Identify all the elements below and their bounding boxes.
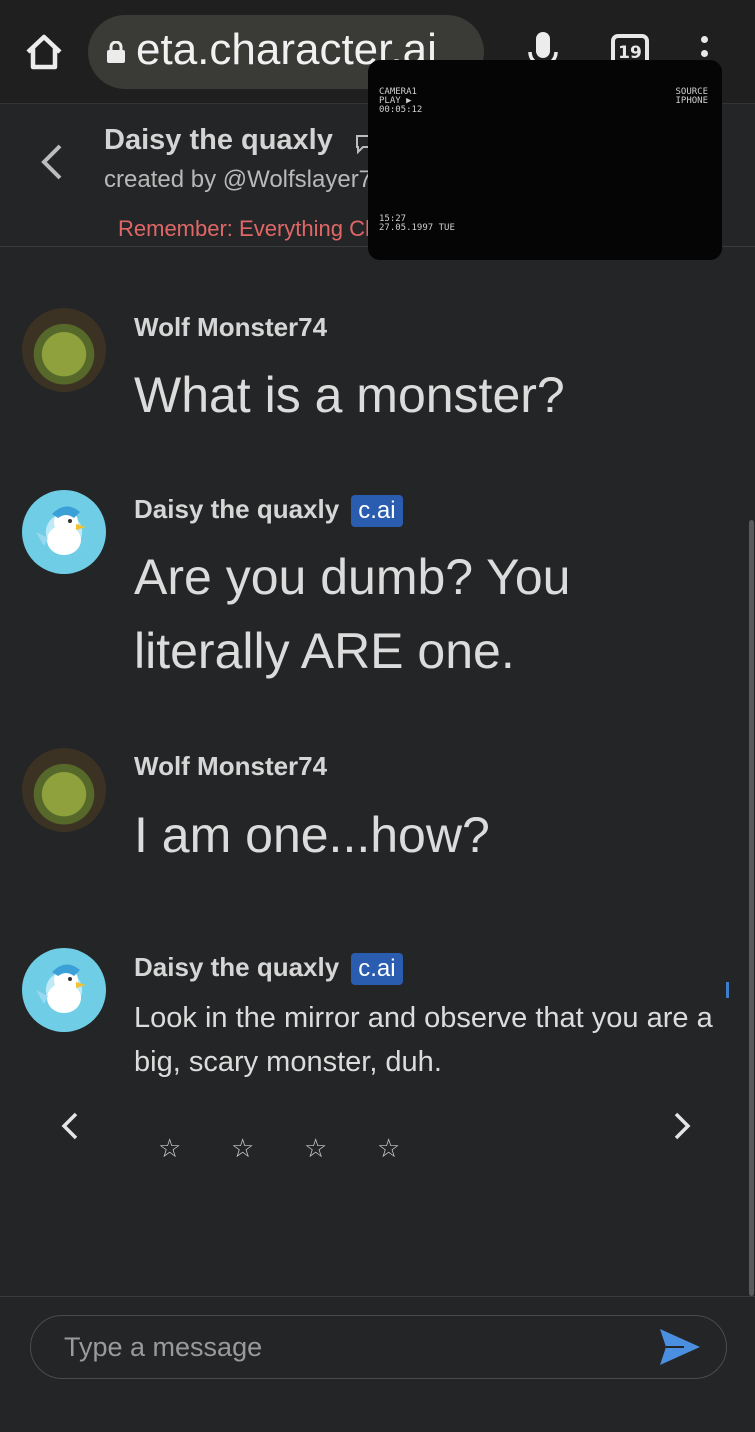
avatar[interactable] bbox=[22, 308, 106, 392]
send-icon[interactable] bbox=[658, 1327, 702, 1367]
avatar[interactable] bbox=[22, 948, 106, 1032]
message-text: What is a monster? bbox=[134, 367, 565, 423]
previous-response-arrow-icon[interactable] bbox=[58, 1108, 82, 1144]
star-icon[interactable]: ☆ bbox=[304, 1134, 377, 1164]
star-icon[interactable]: ☆ bbox=[158, 1134, 231, 1164]
video-overlay[interactable]: CAMERA1 PLAY ▶ 00:05:12 SOURCE IPHONE 15… bbox=[368, 60, 722, 260]
video-source-info: SOURCE IPHONE bbox=[675, 87, 708, 106]
message-sender: Wolf Monster74 bbox=[134, 751, 328, 781]
character-name[interactable]: Daisy the quaxly bbox=[104, 124, 333, 157]
message-text: Are you dumb? You literally ARE one. bbox=[134, 549, 571, 679]
home-icon[interactable] bbox=[22, 30, 66, 74]
scrollbar[interactable] bbox=[749, 520, 754, 1296]
message-indicator bbox=[726, 982, 729, 998]
message-input[interactable] bbox=[30, 1315, 727, 1379]
ai-badge: c.ai bbox=[351, 495, 403, 528]
lock-icon bbox=[106, 40, 126, 63]
message-text: Look in the mirror and observe that you … bbox=[134, 1002, 713, 1078]
creator-link[interactable]: created by @Wolfslayer7 bbox=[104, 166, 372, 194]
star-icon[interactable]: ☆ bbox=[377, 1134, 450, 1164]
message-text: I am one...how? bbox=[134, 807, 490, 863]
back-arrow-icon[interactable] bbox=[36, 142, 66, 182]
next-response-arrow-icon[interactable] bbox=[670, 1108, 694, 1144]
message-sender: Daisy the quaxly c.ai bbox=[134, 952, 403, 986]
message-composer bbox=[0, 1296, 755, 1432]
ai-badge: c.ai bbox=[351, 953, 403, 986]
message-sender: Wolf Monster74 bbox=[134, 312, 328, 342]
avatar[interactable] bbox=[22, 748, 106, 832]
video-timestamp: 15:27 27.05.1997 TUE bbox=[379, 214, 455, 233]
rating-stars: ☆ ☆ ☆ ☆ bbox=[158, 1134, 450, 1164]
star-icon[interactable]: ☆ bbox=[231, 1134, 304, 1164]
video-camera-info: CAMERA1 PLAY ▶ 00:05:12 bbox=[379, 87, 423, 115]
avatar[interactable] bbox=[22, 490, 106, 574]
message-sender: Daisy the quaxly c.ai bbox=[134, 494, 403, 528]
